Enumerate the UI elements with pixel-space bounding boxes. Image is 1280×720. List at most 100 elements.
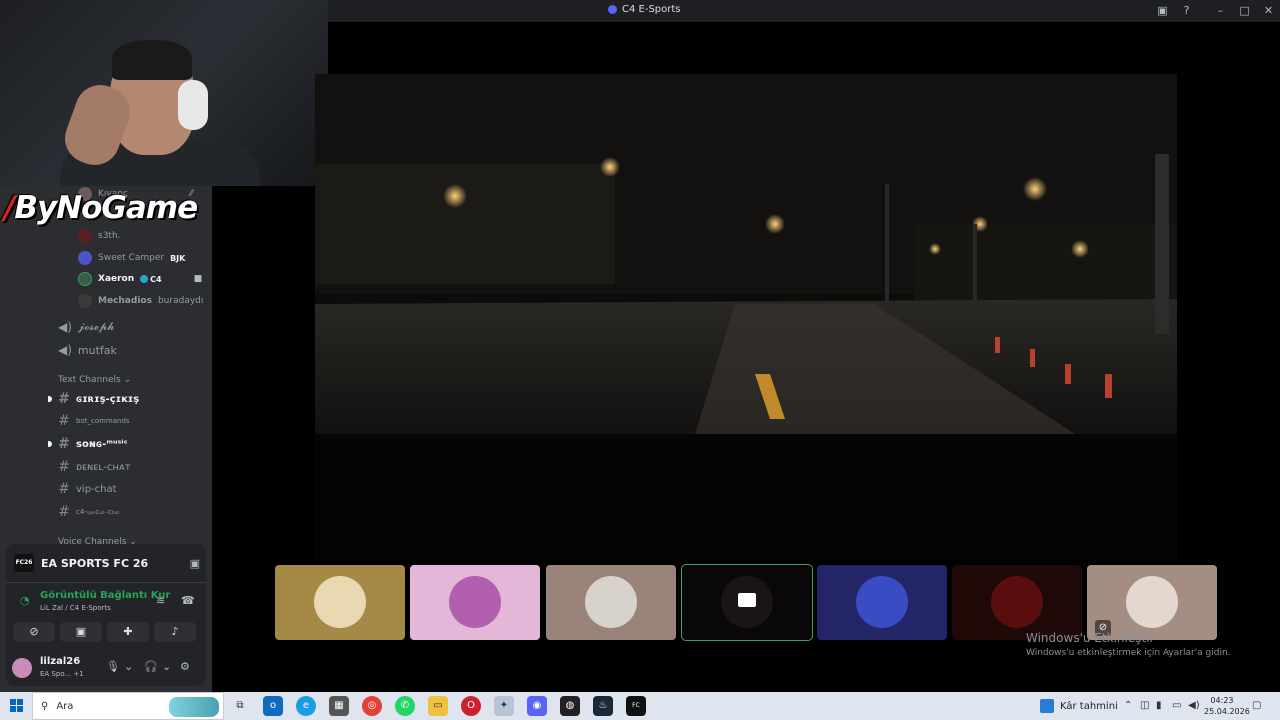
app-icon[interactable]: ✦	[494, 696, 514, 716]
avatar	[449, 576, 501, 628]
voice-user-name: Sweet Camper	[98, 253, 165, 263]
chevron-up-icon[interactable]: ⌃	[1124, 700, 1132, 711]
taskbar-search[interactable]: ⚲ Ara	[32, 692, 224, 720]
activity-row[interactable]: FC26 EA SPORTS FC 26 ▣	[14, 554, 200, 572]
tray-app-icon[interactable]: ◫	[1140, 700, 1149, 711]
disconnect-icon[interactable]: ☎	[181, 594, 195, 607]
voice-connection-channel[interactable]: LiL Zal / C4 E-Sports	[40, 604, 111, 612]
avatar	[78, 251, 92, 265]
voice-user[interactable]: Xaeron C4 ■	[78, 271, 202, 287]
weather-text: Kâr tahmini	[1060, 700, 1118, 712]
search-placeholder: Ara	[56, 700, 74, 712]
microphone-icon[interactable]: ▮	[1156, 700, 1162, 711]
inbox-icon[interactable]: ▣	[1156, 4, 1169, 17]
discord-icon[interactable]: ◉	[527, 696, 547, 716]
edge-icon[interactable]: e	[296, 696, 316, 716]
activity-name: EA SPORTS FC 26	[41, 556, 149, 570]
chevron-down-icon[interactable]: ⌄	[162, 660, 171, 673]
text-channel[interactable]: # ᴅᴇɴᴇʟ-ᴄʜᴀᴛ	[58, 459, 131, 475]
text-channel[interactable]: # ꜱᴏɴɢ-ᵐᵘˢⁱᶜ	[58, 436, 128, 452]
avatar	[12, 658, 32, 678]
whatsapp-icon[interactable]: ✆	[395, 696, 415, 716]
file-explorer-icon[interactable]: ▭	[428, 696, 448, 716]
steam-icon[interactable]: ♨	[593, 696, 613, 716]
unread-indicator	[48, 441, 52, 447]
voice-channel-mutfak[interactable]: ◀) mutfak	[58, 343, 117, 357]
chevron-down-icon[interactable]: ⌄	[124, 660, 133, 673]
participant-tile[interactable]: ⊘	[1087, 565, 1217, 640]
maximize-button[interactable]: □	[1238, 4, 1251, 17]
start-button[interactable]	[10, 699, 24, 713]
category-text-channels[interactable]: Text Channels ⌄	[58, 375, 131, 385]
user-status-text: buradaydı	[157, 296, 204, 306]
opera-icon[interactable]: O	[461, 696, 481, 716]
participant-tile[interactable]	[952, 565, 1082, 640]
voice-user-name: Mechadios	[98, 296, 152, 306]
window-title-text: C4 E-Sports	[622, 4, 681, 15]
text-channel-label: bot_commands	[76, 417, 130, 425]
screen-share-icon[interactable]: ▣	[190, 557, 200, 570]
avatar	[78, 272, 92, 286]
minimize-button[interactable]: –	[1214, 4, 1227, 17]
participant-tile-active[interactable]	[681, 564, 813, 641]
soundboard-button[interactable]: ♪	[154, 622, 196, 642]
obs-icon[interactable]: ◍	[560, 696, 580, 716]
weather-widget[interactable]: Kâr tahmini	[1040, 699, 1118, 713]
text-channel-label: ꜱᴏɴɢ-ᵐᵘˢⁱᶜ	[76, 438, 128, 450]
weather-icon	[1040, 699, 1054, 713]
participant-tile[interactable]	[275, 565, 405, 640]
voice-user[interactable]: s3th.	[78, 228, 121, 244]
unread-indicator	[48, 396, 52, 402]
chrome-icon[interactable]: ◎	[362, 696, 382, 716]
headphones-icon[interactable]: 🎧	[144, 660, 158, 673]
taskbar-clock[interactable]: 04:23 25.04.2026	[1204, 695, 1250, 717]
store-icon[interactable]: ▦	[329, 696, 349, 716]
search-highlight-image	[169, 697, 219, 717]
taskbar: ⚲ Ara ⧉ o e ▦ ◎ ✆ ▭ O ✦ ◉ ◍ ♨ FC Kâr tah…	[0, 692, 1280, 720]
server-icon	[608, 5, 617, 14]
streamer-webcam	[0, 0, 328, 186]
activities-button[interactable]: ✚	[107, 622, 149, 642]
help-icon[interactable]: ?	[1180, 4, 1193, 17]
camera-icon: ■	[193, 274, 203, 284]
outlook-icon[interactable]: o	[263, 696, 283, 716]
noise-suppression-icon[interactable]: ≋	[156, 594, 165, 607]
bynogame-logo: /ByNoGame	[4, 190, 198, 226]
participant-tile[interactable]	[817, 565, 947, 640]
stream-video[interactable]	[315, 74, 1177, 559]
participant-tile[interactable]	[546, 565, 676, 640]
notification-icon[interactable]: ▢	[1252, 700, 1261, 711]
text-channel-label: c4-ₛₚₑcᵢₐₗ₋cₕₐₜ	[76, 508, 120, 516]
discord-window: C4 E-Sports ▣ ? – □ ✕ Kıvanç ⁄⁄ s3th. Sw…	[0, 0, 1280, 720]
voice-user-name: s3th.	[98, 231, 121, 241]
windows-activation-subtitle: Windows'u etkinleştirmek için Ayarlar'a …	[1026, 648, 1231, 658]
text-channel[interactable]: # vip-chat	[58, 481, 116, 497]
windows-activation-title: Windows'u Etkinleştir	[1026, 631, 1155, 645]
text-channel[interactable]: # bot_commands	[58, 413, 130, 429]
task-view-icon[interactable]: ⧉	[230, 696, 250, 716]
search-icon: ⚲	[41, 700, 49, 712]
voice-user[interactable]: Mechadios buradaydı	[78, 293, 203, 309]
camera-toggle-button[interactable]: ⊘	[13, 622, 55, 642]
voice-channel-label: 𝓳𝓸𝓼𝓮𝓹𝓱	[77, 320, 115, 333]
voice-connection-status[interactable]: Görüntülü Bağlantı Kur	[40, 590, 170, 601]
close-button[interactable]: ✕	[1262, 4, 1275, 17]
divider	[6, 582, 206, 583]
voice-channel-label: mutfak	[77, 343, 117, 357]
text-channel[interactable]: # ɢɪʀɪş-çɪᴋɪş	[58, 391, 139, 407]
clock-date: 25.04.2026	[1204, 707, 1250, 716]
screen-share-button[interactable]: ▣	[60, 622, 102, 642]
fc26-icon[interactable]: FC	[626, 696, 646, 716]
avatar	[314, 576, 366, 628]
signal-icon: ◔	[20, 594, 30, 607]
microphone-icon[interactable]: 🎙	[106, 660, 120, 673]
voice-channel-joseph[interactable]: ◀) 𝓳𝓸𝓼𝓮𝓹𝓱	[58, 320, 114, 334]
gear-icon[interactable]: ⚙	[180, 660, 190, 673]
hash-icon: #	[58, 436, 70, 452]
volume-icon[interactable]: ◀)	[1188, 700, 1200, 711]
text-channel[interactable]: # c4-ₛₚₑcᵢₐₗ₋cₕₐₜ	[58, 504, 120, 520]
avatar	[856, 576, 908, 628]
network-icon[interactable]: ▭	[1172, 700, 1181, 711]
voice-user[interactable]: Sweet Camper BJK	[78, 250, 185, 266]
participant-tile[interactable]	[410, 565, 540, 640]
